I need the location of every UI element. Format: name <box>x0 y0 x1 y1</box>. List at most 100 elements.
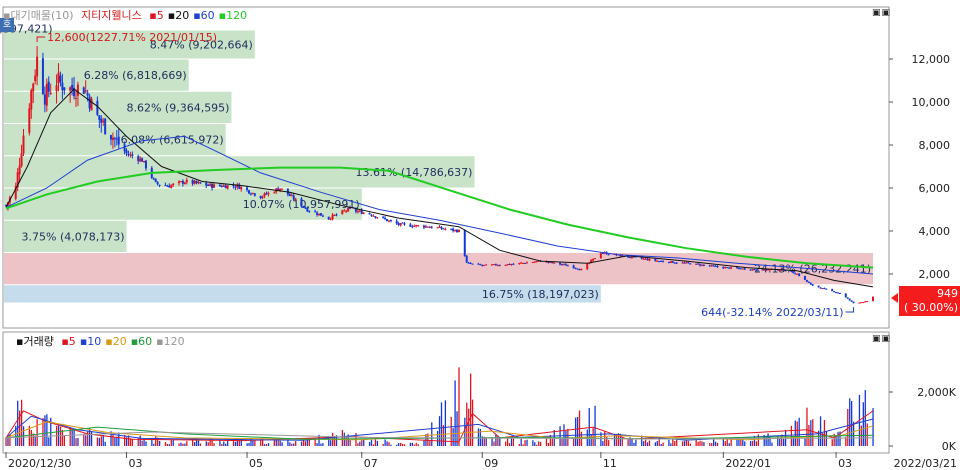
volume-bar <box>164 442 167 446</box>
candle-body <box>195 180 198 184</box>
volume-bar <box>116 436 118 446</box>
price-legend-ma-120: ▪120 <box>218 9 248 22</box>
volume-ma-legend: ▪5 ▪10 ▪20 ▪60 ▪120 <box>61 335 188 348</box>
volume-bar <box>442 425 445 446</box>
volume-bar <box>687 440 690 446</box>
current-price-marker <box>891 293 898 303</box>
volume-bar <box>697 441 699 446</box>
volume-bar <box>370 439 373 446</box>
candle-body <box>179 181 182 183</box>
candle-body <box>778 270 781 272</box>
candle-body <box>57 72 60 84</box>
volume-bar <box>744 441 746 446</box>
candle-body <box>115 138 118 140</box>
volume-bar <box>812 419 814 446</box>
candle-body <box>207 184 210 186</box>
volume-bar <box>512 438 515 446</box>
candle-body <box>224 185 227 189</box>
volume-bar <box>779 437 781 446</box>
volume-bar <box>534 442 536 446</box>
candle-body <box>387 220 390 222</box>
volume-bar <box>532 440 534 446</box>
candle-body <box>368 213 371 215</box>
candle-body <box>821 288 824 290</box>
volume-bar <box>330 440 332 446</box>
candle-body <box>644 258 647 260</box>
candle-body <box>90 98 93 111</box>
candle-body <box>131 154 134 157</box>
candle-body <box>531 262 534 264</box>
volume-bar <box>493 441 495 446</box>
volume-bar <box>590 434 592 446</box>
volume-bar <box>545 438 548 446</box>
candle-body <box>436 227 439 229</box>
volume-bar <box>314 439 316 446</box>
candle-body <box>866 301 869 303</box>
volume-bar <box>178 443 180 446</box>
candle-body <box>356 211 359 213</box>
volume-bar <box>508 443 511 446</box>
candle-body <box>125 150 128 154</box>
volume-bar <box>254 440 256 446</box>
candle-body <box>681 262 684 264</box>
volume-bar <box>372 444 375 446</box>
price-legend-ma-60: ▪60 <box>193 9 215 22</box>
candle-body <box>452 228 455 231</box>
volume-bar <box>205 441 207 446</box>
volume-bar <box>409 442 412 446</box>
volume-bar <box>551 438 553 446</box>
volume-bar <box>524 440 526 446</box>
candle-body <box>422 225 425 228</box>
volume-bar <box>526 439 528 446</box>
candle-body <box>222 185 225 187</box>
date-tick-label: 09 <box>484 457 498 470</box>
volume-bar <box>186 441 188 446</box>
volume-bar <box>454 380 456 446</box>
candle-body <box>55 85 58 92</box>
date-tick-label: 03 <box>838 457 852 470</box>
volume-bar <box>234 441 237 446</box>
chart-canvas: 3.75% (4,078,173)10.07% (10,957,991)13.6… <box>0 6 957 470</box>
volume-bar <box>689 443 691 446</box>
legend-prefix: ▪대기매물(10) <box>3 9 74 22</box>
volume-bar <box>699 440 701 446</box>
volume-bar <box>728 443 730 446</box>
candle-body <box>226 185 229 189</box>
volume-bar <box>71 430 73 446</box>
candle-body <box>739 268 742 270</box>
price-panel-window-buttons[interactable]: ▣▣ <box>872 9 891 18</box>
volume-bar <box>810 420 812 446</box>
candle-body <box>362 212 365 214</box>
volume-bar <box>613 434 616 446</box>
candle-body <box>753 269 756 271</box>
candle-body <box>265 193 268 195</box>
volume-bar <box>345 436 347 446</box>
candle-body <box>714 265 717 267</box>
price-ma-legend: ▪5 ▪20 ▪60 ▪120 <box>149 9 251 22</box>
volume-bar <box>77 438 79 446</box>
volume-bar <box>30 429 32 446</box>
candle-body <box>428 227 431 229</box>
volume-bar <box>714 441 717 446</box>
volume-bar <box>602 441 604 446</box>
volume-bar <box>398 443 400 446</box>
volume-bar <box>819 416 822 446</box>
volume-bar <box>806 407 808 446</box>
volume-panel-window-buttons[interactable]: ▣▣ <box>872 335 891 344</box>
volume-bar <box>61 430 64 446</box>
volume-bar <box>396 444 398 446</box>
candle-body <box>347 207 350 212</box>
candle-body <box>413 225 416 227</box>
candle-body <box>730 267 733 269</box>
volume-bar <box>724 441 726 446</box>
volume-bar <box>648 440 651 446</box>
volume-bar <box>277 439 279 446</box>
candle-body <box>382 216 385 218</box>
volume-bar <box>59 426 62 446</box>
volume-bar <box>155 436 157 446</box>
candle-body <box>483 264 486 266</box>
volume-bar <box>172 439 174 446</box>
candle-body <box>844 293 847 298</box>
candle-body <box>683 262 686 264</box>
candle-body <box>669 261 672 263</box>
